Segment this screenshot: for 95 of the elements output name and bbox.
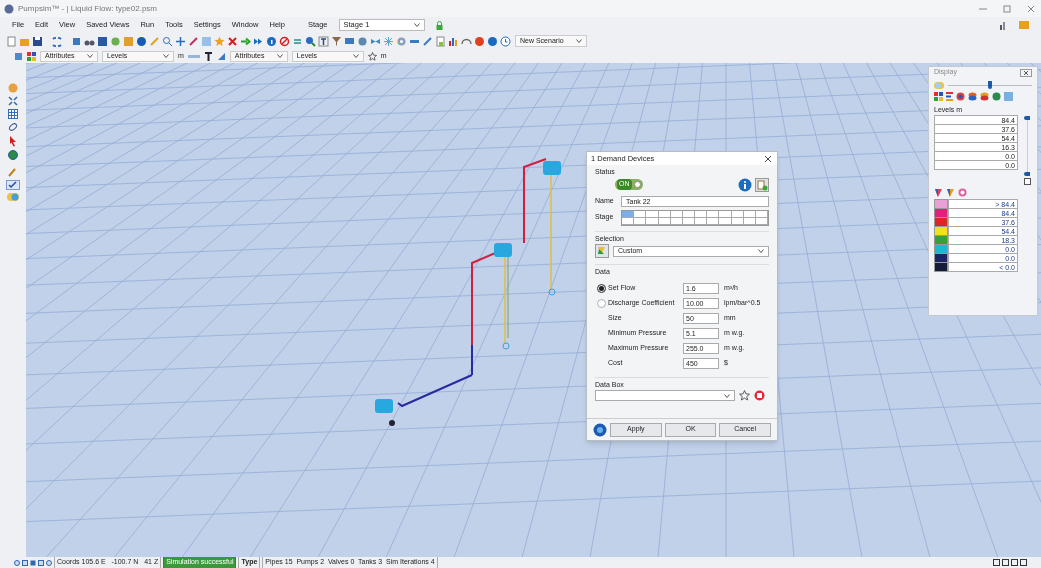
stage-cell[interactable] <box>755 210 768 218</box>
sphere-icon[interactable] <box>8 83 18 93</box>
stage-cell[interactable] <box>743 210 756 218</box>
stage-cell[interactable] <box>682 217 695 225</box>
delete-icon[interactable] <box>754 390 765 401</box>
data-box-dropdown[interactable] <box>595 390 735 401</box>
star-icon[interactable] <box>214 35 225 47</box>
text-icon[interactable] <box>203 51 213 61</box>
chevron-down-icon <box>758 249 764 253</box>
stage-cell[interactable] <box>719 210 732 218</box>
stage-cell[interactable] <box>670 210 683 218</box>
bar-chart-icon[interactable] <box>448 35 459 47</box>
slider-thumb[interactable] <box>1024 171 1030 176</box>
toggle-icon[interactable] <box>934 81 944 89</box>
color-grid-icon[interactable] <box>27 51 36 61</box>
chevron-down-icon <box>576 39 582 43</box>
close-button[interactable] <box>763 153 773 164</box>
stage-cell[interactable] <box>695 210 708 218</box>
slider-thumb[interactable] <box>1024 115 1030 120</box>
opacity-slider[interactable] <box>948 81 1032 89</box>
zoom-in-icon[interactable] <box>14 559 20 566</box>
zoom-icon[interactable] <box>162 35 173 47</box>
stage-cell[interactable] <box>731 210 744 218</box>
color-wheel-icon[interactable] <box>958 187 967 197</box>
lock-icon[interactable] <box>435 20 443 30</box>
info-icon[interactable] <box>266 35 277 47</box>
stage-cell[interactable] <box>695 217 708 225</box>
stage-cell[interactable] <box>719 217 732 225</box>
chevron-down-icon <box>276 54 283 58</box>
layered-disc-icon[interactable] <box>968 92 977 101</box>
target-icon[interactable] <box>46 559 52 566</box>
label-icon[interactable] <box>216 51 226 61</box>
brush-icon[interactable] <box>7 167 19 177</box>
magnifier-icon[interactable] <box>305 35 316 47</box>
stage-cell[interactable] <box>622 217 635 225</box>
stage-cell[interactable] <box>646 210 659 218</box>
radio-button[interactable] <box>597 298 606 308</box>
window-title: Pumpsim™ - | Liquid Flow: type02.psm <box>18 2 157 15</box>
notes-icon[interactable] <box>755 177 769 192</box>
stage-cell[interactable] <box>670 217 683 225</box>
pencil-icon[interactable] <box>422 35 433 47</box>
chevron-down-icon <box>413 23 420 27</box>
sphere-icon[interactable] <box>357 35 368 47</box>
chevron-down-icon <box>87 54 93 58</box>
checkbox[interactable] <box>1023 177 1031 185</box>
stage-cell[interactable] <box>707 217 720 225</box>
toggle-icon[interactable] <box>7 193 19 201</box>
view-cube-icon[interactable] <box>993 559 1027 566</box>
app-logo-icon <box>4 3 14 14</box>
stage-cell[interactable] <box>658 217 671 225</box>
no-entry-icon[interactable] <box>279 35 290 47</box>
info-icon[interactable] <box>738 177 752 192</box>
radio-button[interactable] <box>597 283 606 293</box>
range-slider[interactable] <box>1024 115 1030 176</box>
text-icon[interactable] <box>318 35 329 47</box>
pencil-icon[interactable] <box>188 35 199 47</box>
stage-cell[interactable] <box>682 210 695 218</box>
orbit-icon[interactable] <box>8 122 18 132</box>
help-icon[interactable] <box>593 422 607 437</box>
new-file-icon[interactable] <box>6 35 17 47</box>
chevron-down-icon <box>352 54 359 58</box>
filter-icon[interactable] <box>331 35 342 47</box>
clipboard-icon[interactable] <box>435 35 446 47</box>
stage-cell[interactable] <box>658 210 671 218</box>
maximize-button[interactable] <box>1001 4 1013 13</box>
layered-disc-icon[interactable] <box>980 92 989 101</box>
monitor-icon[interactable] <box>344 35 355 47</box>
map-icon[interactable] <box>595 244 609 258</box>
close-icon[interactable] <box>227 35 238 47</box>
star-icon[interactable] <box>739 390 750 401</box>
chevron-down-icon <box>163 54 169 58</box>
save-icon[interactable] <box>32 35 43 47</box>
star-icon[interactable] <box>367 51 377 61</box>
color-bars-icon[interactable] <box>946 92 953 101</box>
stage-cell[interactable] <box>646 217 659 225</box>
stage-cell[interactable] <box>634 217 647 225</box>
table-icon[interactable] <box>8 109 18 119</box>
stage-cell[interactable] <box>622 210 635 218</box>
pointer-icon[interactable] <box>8 135 18 147</box>
color-wheel-icon[interactable] <box>956 92 965 101</box>
stage-cell[interactable] <box>731 217 744 225</box>
stage-cell[interactable] <box>707 210 720 218</box>
arrow-right-icon[interactable] <box>240 35 251 47</box>
stage-cell[interactable] <box>743 217 756 225</box>
close-button[interactable] <box>1020 68 1032 77</box>
chevron-down-icon <box>724 393 730 398</box>
slider-thumb[interactable] <box>988 81 992 89</box>
stage-cell[interactable] <box>755 217 768 225</box>
move-icon[interactable] <box>175 35 186 47</box>
ball-icon[interactable] <box>474 35 485 47</box>
clock-icon[interactable] <box>500 35 511 47</box>
color-grid-icon[interactable] <box>934 92 943 101</box>
checkmark-icon[interactable] <box>6 180 20 190</box>
snowflake-icon[interactable] <box>383 35 394 47</box>
stage-cell[interactable] <box>634 210 647 218</box>
